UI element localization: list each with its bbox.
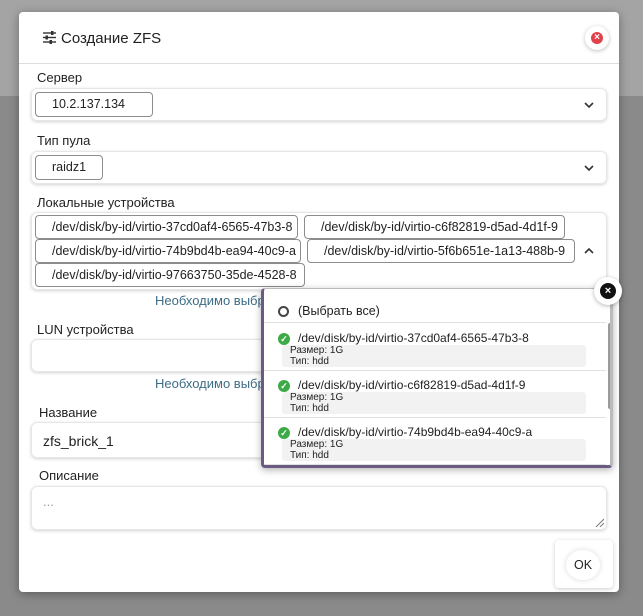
dropdown-item[interactable]: ✓ /dev/disk/by-id/virtio-37cd0af4-6565-4… xyxy=(264,324,606,371)
local-devices-label: Локальные устройства xyxy=(37,195,175,210)
item-type: Тип: hdd xyxy=(290,450,329,461)
device-chip[interactable]: /dev/disk/by-id/virtio-c6f82819-d5ad-4d1… xyxy=(304,215,565,239)
item-meta: Размер: 1G Тип: hdd xyxy=(282,439,586,461)
name-input-value: zfs_brick_1 xyxy=(43,433,114,449)
check-icon: ✓ xyxy=(278,333,290,345)
check-icon: ✓ xyxy=(278,427,290,439)
local-devices-hint: Необходимо выбр xyxy=(155,293,265,308)
resize-handle-icon[interactable] xyxy=(595,518,604,527)
server-label: Сервер xyxy=(37,70,83,85)
chevron-down-icon xyxy=(584,102,594,109)
item-path: /dev/disk/by-id/virtio-74b9bd4b-ea94-40c… xyxy=(298,425,533,439)
close-icon: × xyxy=(600,283,616,299)
dropdown-item[interactable]: ✓ /dev/disk/by-id/virtio-74b9bd4b-ea94-4… xyxy=(264,418,606,465)
pool-type-label: Тип пула xyxy=(37,133,91,148)
local-devices-select[interactable]: /dev/disk/by-id/virtio-37cd0af4-6565-47b… xyxy=(31,212,607,290)
close-icon: × xyxy=(591,32,603,44)
lun-devices-label: LUN устройства xyxy=(37,322,134,337)
select-all-option[interactable]: (Выбрать все) xyxy=(264,289,606,323)
devices-dropdown: (Выбрать все) ✓ /dev/disk/by-id/virtio-3… xyxy=(261,288,613,468)
pool-type-chip: raidz1 xyxy=(35,155,103,180)
item-type: Тип: hdd xyxy=(290,403,329,414)
item-meta: Размер: 1G Тип: hdd xyxy=(282,392,586,414)
name-label: Название xyxy=(39,405,98,420)
check-icon: ✓ xyxy=(278,380,290,392)
device-chip[interactable]: /dev/disk/by-id/virtio-97663750-35de-452… xyxy=(35,263,305,287)
dropdown-item[interactable]: ✓ /dev/disk/by-id/virtio-c6f82819-d5ad-4… xyxy=(264,371,606,418)
device-chip[interactable]: /dev/disk/by-id/virtio-5f6b651e-1a13-488… xyxy=(307,239,575,263)
item-path: /dev/disk/by-id/virtio-37cd0af4-6565-47b… xyxy=(298,331,529,345)
lun-devices-hint: Необходимо выбр xyxy=(155,376,265,391)
pool-type-select[interactable]: raidz1 xyxy=(31,151,607,184)
server-chip: 10.2.137.134 xyxy=(35,92,153,117)
chevron-down-icon xyxy=(584,165,594,172)
item-size: Размер: 1G xyxy=(290,439,344,450)
item-type: Тип: hdd xyxy=(290,356,329,367)
dropdown-close-button[interactable]: × xyxy=(594,277,622,305)
device-chip[interactable]: /dev/disk/by-id/virtio-37cd0af4-6565-47b… xyxy=(35,215,298,239)
sliders-icon xyxy=(43,31,56,44)
radio-icon xyxy=(278,306,289,317)
description-placeholder: ... xyxy=(43,494,54,509)
item-path: /dev/disk/by-id/virtio-c6f82819-d5ad-4d1… xyxy=(298,378,526,392)
ok-button[interactable]: OK xyxy=(566,550,600,580)
dialog-header: Создание ZFS × xyxy=(19,12,619,64)
close-button[interactable]: × xyxy=(585,26,609,50)
chevron-up-icon[interactable] xyxy=(583,245,595,257)
item-meta: Размер: 1G Тип: hdd xyxy=(282,345,586,367)
dropdown-scrollbar[interactable] xyxy=(608,323,610,409)
item-size: Размер: 1G xyxy=(290,392,344,403)
item-size: Размер: 1G xyxy=(290,345,344,356)
select-all-label: (Выбрать все) xyxy=(298,304,380,318)
footer-action-area: OK xyxy=(555,540,613,588)
device-chip[interactable]: /dev/disk/by-id/virtio-74b9bd4b-ea94-40c… xyxy=(35,239,301,263)
description-textarea[interactable]: ... xyxy=(31,486,607,530)
server-select[interactable]: 10.2.137.134 xyxy=(31,88,607,121)
dialog-title: Создание ZFS xyxy=(61,30,162,47)
description-label: Описание xyxy=(39,468,99,483)
